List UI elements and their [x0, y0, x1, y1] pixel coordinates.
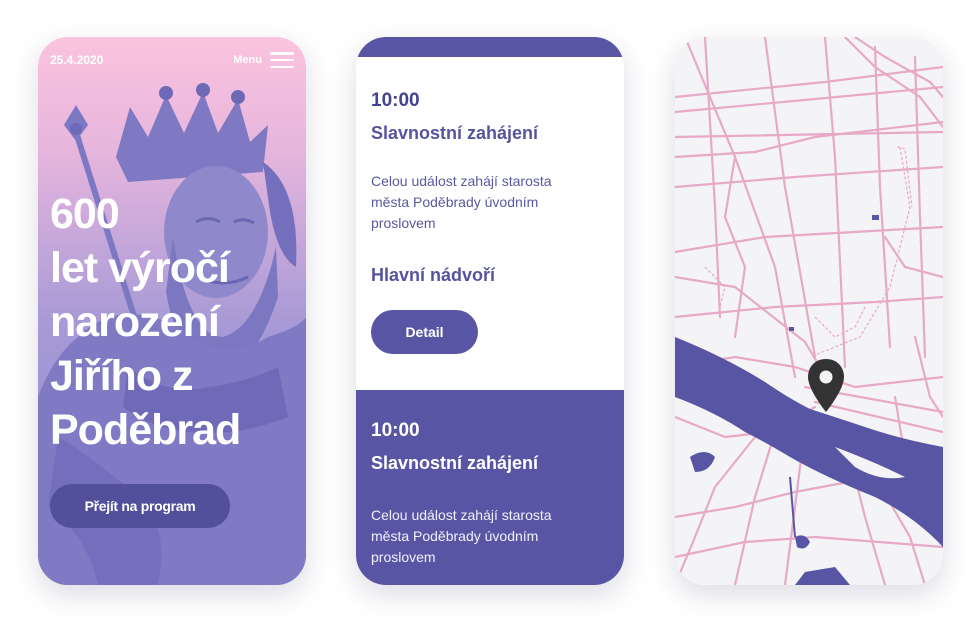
- event-description-line: proslovem: [371, 215, 436, 231]
- phone-screen-map: [675, 37, 943, 585]
- phone-screen-program: 10:00 Slavnostní zahájení Celou událost …: [356, 37, 624, 585]
- menu-button[interactable]: Menu: [233, 52, 294, 68]
- event-description-line: města Poděbrady úvodním: [371, 194, 539, 210]
- event-title: Slavnostní zahájení: [371, 123, 539, 143]
- city-map[interactable]: [675, 37, 943, 585]
- header-band: [356, 37, 624, 57]
- event-time: 10:00: [371, 90, 420, 111]
- event-description: Celou událost zahájí starosta města Podě…: [371, 505, 601, 568]
- event-description-line: města Poděbrady úvodním: [371, 528, 539, 544]
- hero-title: 600 let výročí narození Jiřího z Poděbra…: [50, 187, 300, 457]
- detail-button[interactable]: Detail: [371, 310, 478, 354]
- date-label: 25.4.2020: [50, 53, 104, 67]
- event-description-line: Celou událost zahájí starosta: [371, 173, 552, 189]
- event-description-line: proslovem: [371, 549, 436, 565]
- event-title: Slavnostní zahájení: [371, 453, 539, 473]
- event-place: Hlavní nádvoří: [371, 265, 496, 285]
- go-to-program-button[interactable]: Přejít na program: [50, 484, 230, 528]
- hero-title-line: let výročí: [50, 244, 230, 292]
- hero-title-line: 600: [50, 190, 120, 238]
- event-description-line: Celou událost zahájí starosta: [371, 507, 552, 523]
- menu-label: Menu: [233, 54, 262, 66]
- event-card[interactable]: 10:00 Slavnostní zahájení Celou událost …: [356, 390, 624, 585]
- hero-title-line: narození: [50, 298, 220, 346]
- hero-title-line: Jiřího z: [50, 352, 194, 400]
- event-description: Celou událost zahájí starosta města Podě…: [371, 171, 601, 234]
- hamburger-icon: [270, 52, 294, 68]
- hero-title-line: Poděbrad: [50, 406, 241, 454]
- phone-screen-hero: 25.4.2020 Menu 600 let výročí narození J…: [38, 37, 306, 585]
- event-time: 10:00: [371, 420, 420, 441]
